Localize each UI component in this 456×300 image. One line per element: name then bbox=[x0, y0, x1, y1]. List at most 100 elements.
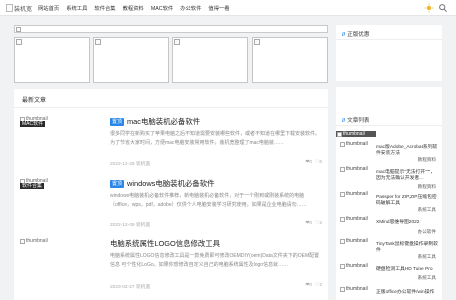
placeholder-label: thumbnail bbox=[346, 286, 368, 292]
article-meta: 2022-12-09 装机宽 bbox=[110, 223, 151, 228]
sidebar-title-text: 文章列表 bbox=[347, 118, 370, 124]
sidebar-item-category[interactable]: 教程资料 bbox=[418, 157, 436, 163]
comment-count[interactable]: ♡6 bbox=[315, 160, 322, 165]
placeholder-label: thumbnail bbox=[346, 141, 368, 147]
featured-thumb-3[interactable] bbox=[172, 37, 248, 83]
thumbnail-placeholder: thumbnail bbox=[340, 263, 368, 269]
sidebar-item-title[interactable]: 正版office办公软件/win操作 bbox=[376, 290, 438, 296]
nav-item-system-tools[interactable]: 系统工具 bbox=[66, 4, 87, 12]
broken-image-icon bbox=[174, 39, 180, 45]
nav-item-home[interactable]: 网站首页 bbox=[38, 4, 59, 12]
thumbnail-placeholder: thumbnail bbox=[340, 286, 368, 292]
top-header: 装机宽 网站首页 系统工具 软件合集 教程资料 MAC软件 办公软件 值得一看 bbox=[0, 0, 456, 16]
article-stats: ❤0 ♡2 bbox=[305, 283, 322, 288]
sidebar-list-item[interactable]: thumbnail mac版Adobe_Acrobat系列软件安装方法 教程资料 bbox=[336, 141, 442, 165]
logo-text: 装机宽 bbox=[14, 6, 33, 13]
sidebar-image[interactable] bbox=[336, 87, 442, 109]
sidebar-item-title[interactable]: 硬盘检测工具HD Tune Pro bbox=[376, 267, 438, 273]
nav-item-worth-seeing[interactable]: 值得一看 bbox=[208, 4, 229, 12]
nav-item-software[interactable]: 软件合集 bbox=[94, 4, 115, 12]
article-stats: ❤0 ♡6 bbox=[305, 160, 322, 165]
article-excerpt: 电脑系统属性LOGO信息修改工具是一款免费即可修改OEMDIY(oem)Data… bbox=[110, 253, 320, 268]
divider bbox=[336, 125, 442, 126]
sidebar-item-title[interactable]: TinyTask鼠标键盘操作录制软件 bbox=[376, 242, 438, 254]
sidebar-list-item[interactable]: thumbnail TinyTask鼠标键盘操作录制软件 系统工具 bbox=[336, 238, 442, 262]
nav-item-tutorials[interactable]: 教程资料 bbox=[123, 4, 144, 12]
theme-sun-icon[interactable] bbox=[424, 3, 434, 13]
sidebar-item-category[interactable]: 教程资料 bbox=[418, 184, 436, 190]
placeholder-label: thumbnail bbox=[346, 238, 368, 244]
latest-articles-panel: 最新文章 thumbnail MAC软件 置顶 mac电脑装机必备软件 很多同学… bbox=[14, 89, 328, 300]
featured-thumb-1[interactable] bbox=[14, 37, 90, 83]
sidebar-section-title: //文章列表 bbox=[342, 116, 370, 124]
thumbnail-placeholder: thumbnail bbox=[340, 238, 368, 244]
sidebar-list-item[interactable]: thumbnail 硬盘检测工具HD Tune Pro 系统工具 bbox=[336, 263, 442, 285]
article-thumbnail[interactable]: thumbnail 软件合集 bbox=[20, 178, 100, 230]
comment-count[interactable]: ♡2 bbox=[315, 221, 322, 226]
placeholder-label: thumbnail bbox=[346, 166, 368, 172]
search-icon[interactable] bbox=[438, 3, 448, 13]
nav-item-office[interactable]: 办公软件 bbox=[180, 4, 201, 12]
article-thumbnail[interactable]: thumbnail bbox=[20, 238, 100, 290]
article-thumbnail[interactable]: thumbnail MAC软件 bbox=[20, 116, 100, 168]
sidebar-item-category[interactable]: 办公软件 bbox=[418, 229, 436, 235]
broken-image-icon bbox=[337, 131, 342, 137]
section-title: 最新文章 bbox=[22, 98, 47, 104]
divider bbox=[14, 107, 328, 108]
placeholder-label: thumbnail bbox=[346, 191, 368, 197]
article-title[interactable]: mac电脑装机必备软件 bbox=[127, 116, 200, 127]
article-item[interactable]: thumbnail MAC软件 置顶 mac电脑装机必备软件 很多同学在新购买了… bbox=[14, 116, 328, 172]
title-marker-icon: // bbox=[342, 32, 346, 38]
thumbnail-placeholder: thumbnail bbox=[340, 141, 368, 147]
broken-image-icon bbox=[340, 216, 345, 222]
article-item[interactable]: thumbnail 软件合集 置顶 windows电脑装机必备软件 window… bbox=[14, 178, 328, 234]
placeholder-label: thumbnail bbox=[346, 216, 368, 222]
article-excerpt: windows电脑装机必备软件推荐，新电脑装机必备软件，对于一个刚到或刚装系统的… bbox=[110, 193, 307, 208]
sidebar-item-category[interactable]: 系统工具 bbox=[418, 254, 436, 260]
article-title[interactable]: windows电脑装机必备软件 bbox=[127, 178, 214, 189]
category-label[interactable]: 软件合集 bbox=[20, 183, 45, 189]
sidebar-item-category[interactable]: 系统工具 bbox=[418, 207, 436, 213]
placeholder-label: thumbnail bbox=[343, 131, 365, 137]
main-nav: 网站首页 系统工具 软件合集 教程资料 MAC软件 办公软件 值得一看 bbox=[38, 0, 237, 16]
banner-image[interactable] bbox=[14, 25, 328, 33]
broken-image-icon bbox=[340, 191, 345, 197]
sidebar-list-item[interactable]: thumbnail XMind思维导图2022 办公软件 bbox=[336, 216, 442, 238]
placeholder-label: thumbnail bbox=[346, 263, 368, 269]
article-list-panel: //文章列表 thumbnail thumbnail mac版Adobe_Acr… bbox=[336, 87, 442, 300]
sidebar-item-title[interactable]: mac电脑提示"无法打开"""，因为无法确认开发者… bbox=[376, 170, 438, 182]
sidebar-item-title[interactable]: XMind思维导图2022 bbox=[376, 220, 438, 226]
featured-thumb-4[interactable] bbox=[252, 37, 328, 83]
like-count[interactable]: ❤0 bbox=[305, 283, 312, 288]
broken-image-icon bbox=[340, 166, 345, 172]
article-title-row: 置顶 windows电脑装机必备软件 bbox=[110, 178, 214, 189]
site-logo[interactable]: 装机宽 bbox=[6, 3, 34, 13]
sidebar-item-title[interactable]: mac版Adobe_Acrobat系列软件安装方法 bbox=[376, 145, 438, 157]
article-title[interactable]: 电脑系统属性LOGO信息修改工具 bbox=[110, 238, 220, 249]
thumbnail-placeholder: thumbnail bbox=[20, 238, 48, 244]
like-count[interactable]: ❤0 bbox=[305, 221, 312, 226]
comment-count[interactable]: ♡2 bbox=[315, 283, 322, 288]
article-stats: ❤0 ♡2 bbox=[305, 221, 322, 226]
broken-image-icon bbox=[6, 4, 13, 12]
sidebar-list-item[interactable]: thumbnail 正版office办公软件/win操作 bbox=[336, 286, 442, 300]
sidebar-list-item[interactable]: thumbnail mac电脑提示"无法打开"""，因为无法确认开发者… 教程资… bbox=[336, 166, 442, 190]
like-count[interactable]: ❤0 bbox=[305, 160, 312, 165]
sidebar-item-category[interactable]: 系统工具 bbox=[418, 275, 436, 281]
broken-image-icon bbox=[340, 286, 345, 292]
title-marker-icon: // bbox=[342, 118, 346, 124]
divider bbox=[336, 39, 442, 40]
article-item[interactable]: thumbnail 电脑系统属性LOGO信息修改工具 电脑系统属性LOGO信息修… bbox=[14, 238, 328, 294]
article-title-row: 电脑系统属性LOGO信息修改工具 bbox=[110, 238, 220, 249]
promo-panel: //正版优惠 bbox=[336, 25, 442, 81]
nav-item-mac[interactable]: MAC软件 bbox=[151, 4, 173, 12]
sidebar-list-item[interactable]: thumbnail bbox=[336, 131, 442, 139]
featured-thumb-2[interactable] bbox=[93, 37, 169, 83]
thumbnail-placeholder: thumbnail bbox=[340, 191, 368, 197]
sidebar-list-item[interactable]: thumbnail Passper for ZIP,ZIP压缩包密码破解工具 系… bbox=[336, 191, 442, 215]
sidebar-item-title[interactable]: Passper for ZIP,ZIP压缩包密码破解工具 bbox=[376, 195, 438, 207]
broken-image-icon bbox=[16, 27, 21, 32]
featured-thumbnails bbox=[14, 37, 328, 83]
category-label[interactable]: MAC软件 bbox=[20, 121, 46, 127]
thumbnail-placeholder: thumbnail bbox=[340, 166, 368, 172]
